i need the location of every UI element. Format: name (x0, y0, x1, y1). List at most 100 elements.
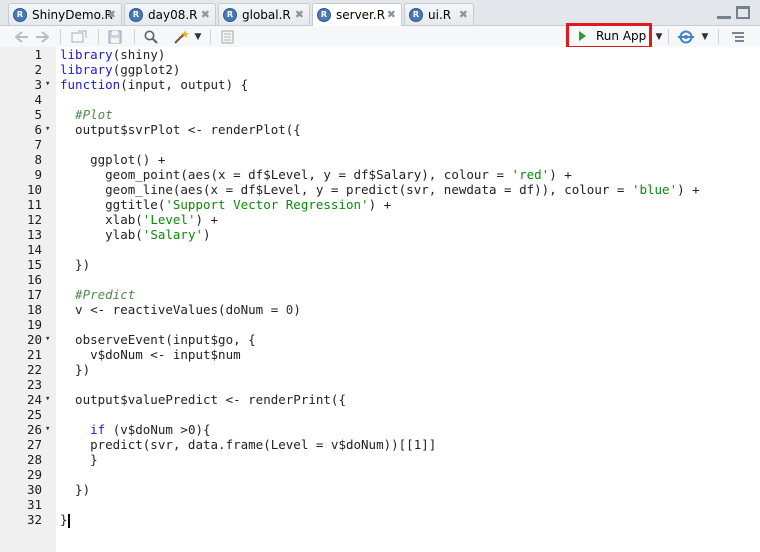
chevron-down-icon[interactable]: ▼ (194, 29, 202, 44)
code-token: 'Salary' (142, 227, 204, 242)
code-text: output$valuePredict <- renderPrint({ (60, 392, 346, 407)
line-number: 10 (26, 182, 42, 197)
code-token: 'Support Vector Regression' (165, 197, 369, 212)
code-line[interactable]: 2 library(ggplot2) (0, 62, 760, 77)
code-line[interactable]: 25 (0, 407, 760, 422)
maximize-icon[interactable] (736, 6, 750, 19)
code-line[interactable]: 26 ▾ if (v$doNum >0){ (0, 422, 760, 437)
close-icon[interactable]: ✖ (387, 8, 396, 21)
show-in-window-icon[interactable] (70, 29, 88, 44)
publish-chevron-icon[interactable]: ▼ (700, 29, 710, 44)
close-icon[interactable]: ✖ (201, 8, 210, 21)
toolbar-divider (60, 29, 61, 44)
line-number: 14 (26, 242, 42, 257)
code-line[interactable]: 29 (0, 467, 760, 482)
tab-shinydemo[interactable]: R ShinyDemo.R ✖ (8, 3, 122, 25)
code-line[interactable]: 1 library(shiny) (0, 47, 760, 62)
code-line[interactable]: 5 #Plot (0, 107, 760, 122)
code-line[interactable]: 6 ▾ output$svrPlot <- renderPlot({ (0, 122, 760, 137)
code-token: ) + (368, 197, 392, 212)
code-token: v$doNum <- input$num (60, 347, 241, 362)
search-icon[interactable] (142, 29, 160, 44)
minimize-icon[interactable] (717, 6, 731, 19)
line-number: 32 (26, 512, 42, 527)
code-text: ggplot() + (60, 152, 165, 167)
magic-wand-icon[interactable] (170, 29, 192, 44)
code-line[interactable]: 13 ylab('Salary') (0, 227, 760, 242)
code-text: output$svrPlot <- renderPlot({ (60, 122, 301, 137)
code-token: output$valuePredict <- renderPrint({ (60, 392, 346, 407)
close-icon[interactable]: ✖ (107, 8, 116, 21)
code-token: ) (293, 302, 301, 317)
code-token: (shiny) (112, 47, 166, 62)
code-line[interactable]: 32} (0, 512, 760, 528)
code-token: observeEvent(input$go, { (60, 332, 256, 347)
code-line[interactable]: 21 v$doNum <- input$num (0, 347, 760, 362)
code-token: 'blue' (631, 182, 678, 197)
code-token: 'red' (511, 167, 550, 182)
line-number: 9 (34, 167, 42, 182)
code-line[interactable]: 7 (0, 137, 760, 152)
toolbar-divider (210, 29, 211, 44)
code-line[interactable]: 17 #Predict (0, 287, 760, 302)
fold-toggle-icon[interactable]: ▾ (45, 122, 50, 137)
tab-ui[interactable]: R ui.R ✖ (404, 3, 474, 25)
code-text: observeEvent(input$go, { (60, 332, 256, 347)
code-line[interactable]: 23 (0, 377, 760, 392)
run-options-chevron-icon[interactable]: ▼ (654, 29, 664, 44)
compile-report-icon[interactable] (218, 29, 236, 44)
code-line[interactable]: 16 (0, 272, 760, 287)
code-line[interactable]: 11 ggtitle('Support Vector Regression') … (0, 197, 760, 212)
code-line[interactable]: 15 }) (0, 257, 760, 272)
code-token: }) (60, 362, 91, 377)
line-number: 27 (26, 437, 42, 452)
forward-arrow-icon[interactable] (34, 29, 50, 44)
code-token: (ggplot2) (112, 62, 181, 77)
code-line[interactable]: 27 predict(svr, data.frame(Level = v$doN… (0, 437, 760, 452)
code-token: ylab( (60, 227, 143, 242)
code-line[interactable]: 3 ▾ function(input, output) { (0, 77, 760, 92)
code-text: geom_point(aes(x = df$Level, y = df$Sala… (60, 167, 572, 182)
back-arrow-icon[interactable] (14, 29, 30, 44)
code-line[interactable]: 31 (0, 497, 760, 512)
code-line[interactable]: 10 geom_line(aes(x = df$Level, y = predi… (0, 182, 760, 197)
code-line[interactable]: 9 geom_point(aes(x = df$Level, y = df$Sa… (0, 167, 760, 182)
toolbar-divider (98, 29, 99, 44)
code-line[interactable]: 12 xlab('Level') + (0, 212, 760, 227)
code-line[interactable]: 14 (0, 242, 760, 257)
publish-icon[interactable] (676, 29, 696, 44)
code-line[interactable]: 19 (0, 317, 760, 332)
fold-toggle-icon[interactable]: ▾ (45, 422, 50, 437)
line-number: 23 (26, 377, 42, 392)
code-line[interactable]: 30 }) (0, 482, 760, 497)
save-icon[interactable] (106, 29, 124, 44)
code-editor[interactable]: 1 library(shiny) 2 library(ggplot2) 3 ▾ functi… (0, 47, 760, 552)
fold-toggle-icon[interactable]: ▾ (45, 392, 50, 407)
line-number: 29 (26, 467, 42, 482)
fold-toggle-icon[interactable]: ▾ (45, 332, 50, 347)
code-line[interactable]: 4 (0, 92, 760, 107)
code-token: xlab( (60, 212, 143, 227)
code-text: }) (60, 257, 90, 272)
tab-day08[interactable]: R day08.R ✖ (124, 3, 216, 25)
r-file-icon: R (409, 7, 423, 22)
outline-icon[interactable] (730, 29, 746, 44)
r-file-icon: R (223, 7, 237, 22)
code-token: (v$doNum >0){ (105, 422, 211, 437)
line-number: 25 (26, 407, 42, 422)
code-text: #Plot (60, 107, 113, 122)
close-icon[interactable]: ✖ (459, 8, 468, 21)
close-icon[interactable]: ✖ (295, 8, 304, 21)
fold-toggle-icon[interactable]: ▾ (45, 77, 50, 92)
run-app-button[interactable]: Run App (566, 23, 652, 49)
code-line[interactable]: 20 ▾ observeEvent(input$go, { (0, 332, 760, 347)
tab-global[interactable]: R global.R ✖ (218, 3, 310, 25)
code-line[interactable]: 24 ▾ output$valuePredict <- renderPrint({ (0, 392, 760, 407)
tab-server[interactable]: R server.R ✖ (312, 3, 402, 26)
code-line[interactable]: 18 v <- reactiveValues(doNum = 0) (0, 302, 760, 317)
line-number: 17 (26, 287, 42, 302)
code-line[interactable]: 8 ggplot() + (0, 152, 760, 167)
code-text: library(ggplot2) (60, 62, 180, 77)
code-line[interactable]: 22 }) (0, 362, 760, 377)
code-line[interactable]: 28 } (0, 452, 760, 467)
